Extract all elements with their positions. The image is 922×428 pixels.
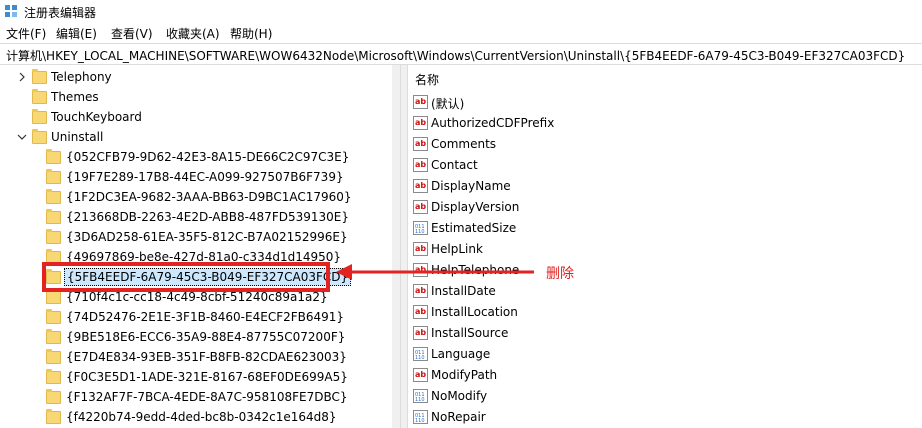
- address-bar[interactable]: 计算机\HKEY_LOCAL_MACHINE\SOFTWARE\WOW6432N…: [0, 43, 922, 65]
- value-name: AuthorizedCDFPrefix: [431, 116, 555, 130]
- tree-item-label: {710f4c1c-cc18-4c49-8cbf-51240c89a1a2}: [66, 290, 328, 304]
- tree-item-label: Telephony: [51, 70, 112, 84]
- svg-text:110: 110: [415, 397, 425, 403]
- string-value-icon: ab: [413, 326, 428, 340]
- tree-item-label: {74D52476-2E1E-3F1B-8460-E4ECF2FB6491}: [66, 310, 345, 324]
- string-value-icon: ab: [413, 200, 428, 214]
- folder-icon: [46, 209, 61, 224]
- value-name: EstimatedSize: [431, 221, 517, 235]
- value-name: InstallLocation: [431, 305, 518, 319]
- menu-favorites[interactable]: 收藏夹(A): [166, 25, 220, 42]
- value-name: InstallDate: [431, 284, 496, 298]
- tree-item-label: {3D6AD258-61EA-35F5-812C-B7A02152996E}: [66, 230, 348, 244]
- string-value-icon: ab: [413, 95, 428, 109]
- string-value-icon: ab: [413, 242, 428, 256]
- value-name: DisplayVersion: [431, 200, 520, 214]
- tree-item-label: {1F2DC3EA-9682-3AAA-BB63-D9BC1AC17960}: [66, 190, 352, 204]
- value-name: Contact: [431, 158, 478, 172]
- tree-pane[interactable]: Telephony Themes TouchKeyboard Uninstall…: [0, 65, 400, 428]
- tree-item-label: TouchKeyboard: [51, 110, 142, 124]
- folder-icon: [46, 309, 61, 324]
- tree-item-label: {F132AF7F-7BCA-4EDE-8A7C-958108FE7DBC}: [66, 390, 348, 404]
- string-value-icon: ab: [413, 116, 428, 130]
- svg-text:110: 110: [415, 355, 425, 361]
- address-path[interactable]: 计算机\HKEY_LOCAL_MACHINE\SOFTWARE\WOW6432N…: [6, 47, 905, 64]
- value-name: ModifyPath: [431, 368, 498, 382]
- chevron-down-icon[interactable]: [16, 131, 28, 143]
- menu-edit[interactable]: 编辑(E): [56, 25, 97, 42]
- folder-icon: [32, 89, 47, 104]
- annotation-arrow: [336, 264, 534, 280]
- folder-icon: [46, 409, 61, 424]
- tree-scrollbar[interactable]: [392, 65, 400, 428]
- pane-splitter[interactable]: [400, 65, 408, 428]
- tree-item-label: {213668DB-2263-4E2D-ABB8-487FD539130E}: [66, 210, 349, 224]
- column-header-name[interactable]: 名称: [415, 71, 439, 88]
- value-name: (默认): [431, 97, 465, 111]
- folder-icon: [46, 389, 61, 404]
- folder-icon: [46, 289, 61, 304]
- tree-item-label: {052CFB79-9D62-42E3-8A15-DE66C2C97C3E}: [66, 150, 350, 164]
- menu-file[interactable]: 文件(F): [6, 25, 46, 42]
- value-name: NoRepair: [431, 410, 486, 424]
- value-name: DisplayName: [431, 179, 511, 193]
- tree-item-label: Uninstall: [51, 130, 104, 144]
- menu-bar: 文件(F) 编辑(E) 查看(V) 收藏夹(A) 帮助(H): [0, 22, 922, 42]
- folder-icon: [46, 349, 61, 364]
- tree-item-label: {9BE518E6-ECC6-35A9-88E4-87755C07200F}: [66, 330, 346, 344]
- binary-value-icon: 011110: [413, 410, 428, 424]
- string-value-icon: ab: [413, 305, 428, 319]
- tree-item-label: {F0C3E5D1-1ADE-321E-8167-68EF0DE699A5}: [66, 370, 348, 384]
- folder-icon: [32, 69, 47, 84]
- folder-icon: [46, 169, 61, 184]
- highlight-box: [42, 262, 330, 292]
- folder-icon: [46, 369, 61, 384]
- value-name: Comments: [431, 137, 497, 151]
- string-value-icon: ab: [413, 179, 428, 193]
- folder-icon: [32, 109, 47, 124]
- values-pane[interactable]: 名称 ab (默认) ab AuthorizedCDFPrefix ab Com…: [409, 65, 922, 428]
- window-title: 注册表编辑器: [24, 6, 97, 20]
- value-name: HelpLink: [431, 242, 483, 256]
- string-value-icon: ab: [413, 158, 428, 172]
- string-value-icon: ab: [413, 284, 428, 298]
- binary-value-icon: 011110: [413, 221, 428, 235]
- folder-icon: [46, 329, 61, 344]
- value-name: NoModify: [431, 389, 488, 403]
- svg-text:110: 110: [415, 418, 425, 424]
- tree-item-label: {E7D4E834-93EB-351F-B8FB-82CDAE623003}: [66, 350, 347, 364]
- folder-icon: [46, 189, 61, 204]
- tree-item-label: {f4220b74-9edd-4ded-bc8b-0342c1e164d8}: [66, 410, 337, 424]
- menu-view[interactable]: 查看(V): [111, 25, 153, 42]
- string-value-icon: ab: [413, 368, 428, 382]
- folder-icon: [46, 149, 61, 164]
- svg-text:110: 110: [415, 229, 425, 235]
- binary-value-icon: 011110: [413, 347, 428, 361]
- annotation-label: 删除: [546, 266, 574, 282]
- registry-editor-icon: [5, 5, 17, 17]
- chevron-right-icon[interactable]: [16, 71, 28, 83]
- title-bar: 注册表编辑器: [0, 0, 922, 22]
- folder-icon: [32, 129, 47, 144]
- tree-item-label: Themes: [51, 90, 99, 104]
- folder-icon: [46, 229, 61, 244]
- string-value-icon: ab: [413, 137, 428, 151]
- value-name: InstallSource: [431, 326, 509, 340]
- menu-help[interactable]: 帮助(H): [230, 25, 272, 42]
- value-name: Language: [431, 347, 491, 361]
- tree-item-label: {19F7E289-17B8-44EC-A099-927507B6F739}: [66, 170, 344, 184]
- binary-value-icon: 011110: [413, 389, 428, 403]
